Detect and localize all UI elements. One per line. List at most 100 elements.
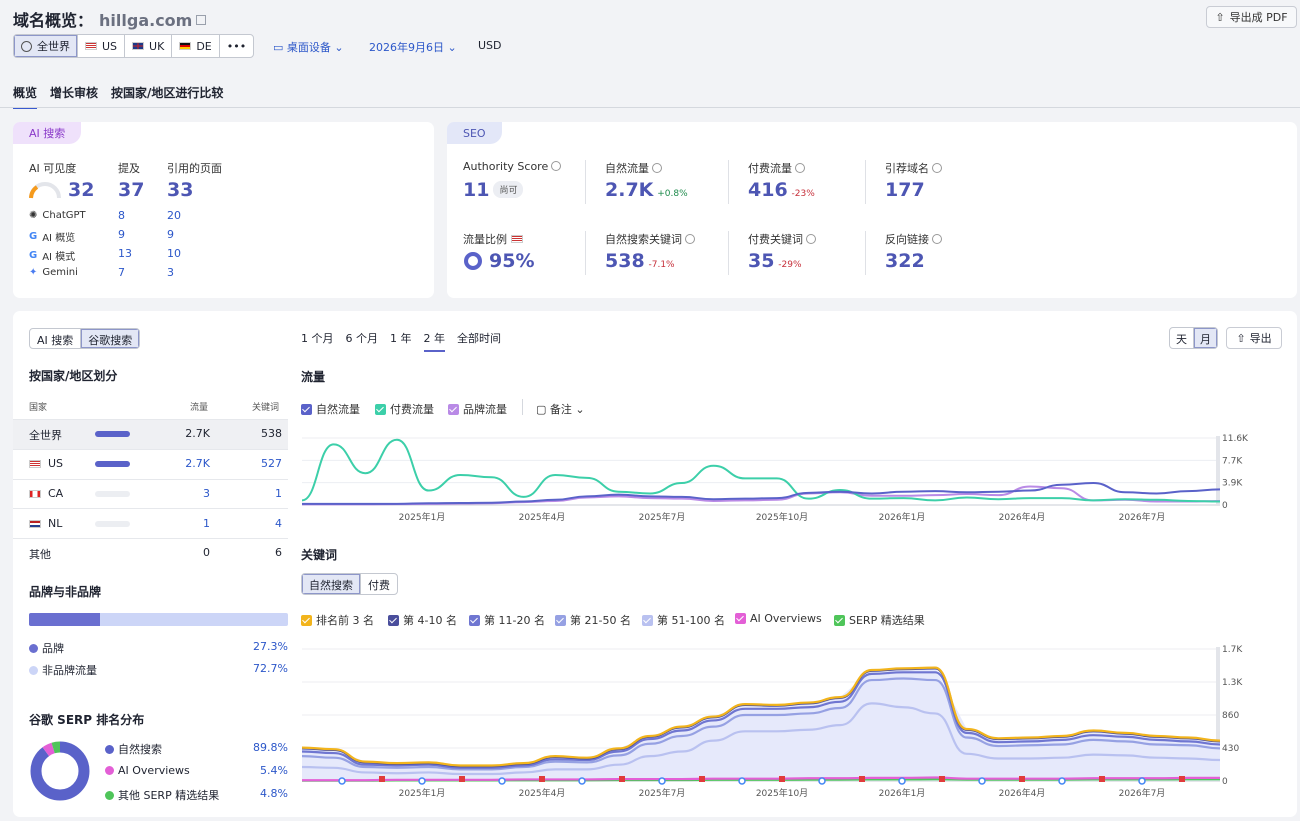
main-tabs: 概览 增长审核 按国家/地区进行比较 [13, 84, 223, 109]
share-bar [95, 461, 130, 467]
legend-label: SERP 精选结果 [849, 614, 925, 627]
note-marker [859, 776, 865, 782]
range-6-months[interactable]: 6 个月 [346, 330, 379, 352]
export-pdf-label: 导出成 PDF [1229, 11, 1288, 24]
info-icon[interactable] [551, 161, 562, 171]
legend-organic-traffic[interactable]: 自然流量 [301, 401, 360, 417]
paid-traffic-value[interactable]: 416 [748, 179, 788, 201]
range-1-year[interactable]: 1 年 [390, 330, 412, 352]
chevron-down-icon: ⌄ [575, 403, 585, 416]
ai-row-mentions[interactable]: 8 [118, 209, 125, 222]
legend-ai-overviews[interactable]: AI Overviews [735, 612, 822, 625]
paid-keywords-label: 付费关键词 [748, 231, 816, 247]
export-button[interactable]: ⇧ 导出 [1226, 327, 1282, 349]
header-divider [0, 107, 1300, 108]
region-de[interactable]: DE [172, 35, 220, 57]
date-dropdown[interactable]: 2026年9月6日 ⌄ [369, 39, 457, 55]
google-update-marker [738, 777, 746, 785]
serp-label: 自然搜索 [118, 743, 162, 756]
traffic-share-value[interactable]: 95% [489, 250, 534, 272]
device-dropdown[interactable]: ▭ 桌面设备 ⌄ [273, 39, 344, 55]
country-keywords[interactable]: 527 [250, 457, 282, 470]
country-keywords[interactable]: 4 [250, 517, 282, 530]
referring-domains-value[interactable]: 177 [885, 179, 925, 201]
legend-21-50[interactable]: 第 21-50 名 [555, 612, 631, 628]
granularity-month[interactable]: 月 [1194, 328, 1217, 348]
toggle-paid[interactable]: 付费 [360, 574, 397, 594]
info-icon[interactable] [652, 163, 662, 173]
country-traffic[interactable]: 3 [185, 487, 210, 500]
legend-label: 第 51-100 名 [657, 614, 725, 627]
x-tick-label: 2025年7月 [639, 511, 686, 523]
info-icon[interactable] [795, 163, 805, 173]
info-icon[interactable] [685, 234, 695, 244]
external-link-icon[interactable] [196, 15, 207, 25]
checkbox-icon [448, 404, 459, 415]
ai-row-chatgpt: ✺ ChatGPT [29, 210, 86, 221]
legend-top3[interactable]: 排名前 3 名 [301, 612, 374, 628]
legend-11-20[interactable]: 第 11-20 名 [469, 612, 545, 628]
legend-serp-features[interactable]: SERP 精选结果 [834, 612, 925, 628]
granularity-day[interactable]: 天 [1170, 328, 1194, 348]
ai-row-mentions[interactable]: 7 [118, 266, 125, 279]
ca-flag-icon [29, 489, 41, 498]
authority-score-value[interactable]: 11 [463, 179, 489, 201]
mentions-value[interactable]: 37 [118, 179, 144, 201]
cited-pages-value[interactable]: 33 [167, 179, 193, 201]
region-worldwide[interactable]: 全世界 [14, 35, 78, 57]
info-icon[interactable] [806, 234, 816, 244]
tab-overview[interactable]: 概览 [13, 84, 38, 109]
ai-row-cited[interactable]: 3 [167, 266, 174, 279]
ai-row-mentions[interactable]: 13 [118, 247, 132, 260]
authority-score-text: Authority Score [463, 160, 549, 173]
authority-badge: 尚可 [493, 181, 524, 198]
country-traffic[interactable]: 1 [185, 517, 210, 530]
ai-row-cited[interactable]: 20 [167, 209, 181, 222]
note-marker [459, 776, 465, 782]
y-tick-label: 1.3K [1222, 678, 1243, 688]
region-label: DE [196, 39, 212, 53]
country-row-ca: CA [29, 487, 63, 500]
domain-name[interactable]: hillga.com [99, 11, 192, 30]
range-1-month[interactable]: 1 个月 [301, 330, 334, 352]
ai-visibility-value[interactable]: 32 [68, 179, 94, 201]
paid-keywords-value[interactable]: 35 [748, 250, 774, 272]
ai-row-mentions[interactable]: 9 [118, 228, 125, 241]
page-title-label: 域名概览： [13, 11, 94, 30]
organic-traffic-value[interactable]: 2.7K [605, 179, 653, 201]
legend-brand-traffic[interactable]: 品牌流量 [448, 401, 507, 417]
region-us[interactable]: US [78, 35, 126, 57]
region-label: US [102, 39, 118, 53]
backlinks-value[interactable]: 322 [885, 250, 925, 272]
toggle-ai-search[interactable]: AI 搜索 [30, 329, 82, 348]
legend-label: 排名前 3 名 [316, 614, 374, 627]
range-all-time[interactable]: 全部时间 [457, 330, 501, 352]
checkbox-icon [301, 404, 312, 415]
legend-51-100[interactable]: 第 51-100 名 [642, 612, 725, 628]
country-traffic[interactable]: 2.7K [185, 457, 210, 470]
serp-percent: 4.8% [260, 787, 288, 800]
country-keywords[interactable]: 1 [250, 487, 282, 500]
ai-row-cited[interactable]: 10 [167, 247, 181, 260]
region-uk[interactable]: UK [125, 35, 173, 57]
info-icon[interactable] [932, 163, 942, 173]
tab-compare-countries[interactable]: 按国家/地区进行比较 [111, 84, 223, 109]
toggle-organic[interactable]: 自然搜索 [302, 574, 360, 594]
legend-4-10[interactable]: 第 4-10 名 [388, 612, 457, 628]
more-regions-button[interactable]: ••• [220, 35, 253, 57]
notes-dropdown[interactable]: ▢ 备注 ⌄ [536, 401, 585, 417]
export-pdf-button[interactable]: ⇧ 导出成 PDF [1206, 6, 1297, 28]
legend-paid-traffic[interactable]: 付费流量 [375, 401, 434, 417]
authority-score-label: Authority Score [463, 160, 562, 173]
y-tick-label: 0 [1222, 501, 1228, 511]
ai-row-cited[interactable]: 9 [167, 228, 174, 241]
range-2-years[interactable]: 2 年 [423, 330, 445, 352]
serp-legend-other: 其他 SERP 精选结果 [105, 787, 219, 803]
organic-keywords-value[interactable]: 538 [605, 250, 645, 272]
region-label: 全世界 [37, 40, 70, 53]
info-icon[interactable] [932, 234, 942, 244]
country-keywords: 6 [275, 546, 282, 559]
tab-growth-review[interactable]: 增长审核 [50, 84, 98, 109]
row-divider [13, 479, 288, 480]
toggle-google-search[interactable]: 谷歌搜索 [81, 329, 140, 348]
